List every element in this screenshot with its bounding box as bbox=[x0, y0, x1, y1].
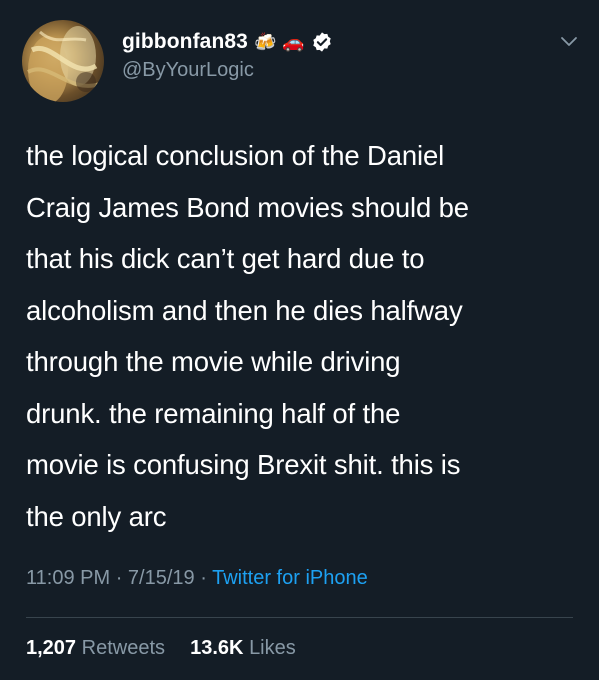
tweet-text: the logical conclusion of the Daniel Cra… bbox=[26, 140, 469, 532]
display-name[interactable]: gibbonfan83 bbox=[122, 30, 248, 54]
verified-badge-icon bbox=[313, 32, 331, 52]
car-emoji-icon: 🚗 bbox=[282, 32, 305, 52]
tweet-time[interactable]: 11:09 PM bbox=[26, 567, 110, 589]
tweet-card: gibbonfan83 🍻 🚗 @ByYourLogic the logical… bbox=[0, 0, 599, 680]
tweet-source-link[interactable]: Twitter for iPhone bbox=[212, 567, 368, 589]
likes-stat[interactable]: 13.6K Likes bbox=[190, 637, 296, 659]
tweet-date[interactable]: 7/15/19 bbox=[128, 567, 195, 589]
meta-separator: · bbox=[200, 567, 207, 589]
retweet-label: Retweets bbox=[81, 637, 165, 659]
avatar[interactable] bbox=[22, 20, 104, 102]
chevron-down-icon[interactable] bbox=[559, 34, 579, 48]
tweet-header: gibbonfan83 🍻 🚗 @ByYourLogic bbox=[122, 28, 333, 82]
tweet-metadata: 11:09 PM · 7/15/19 · Twitter for iPhone bbox=[26, 567, 368, 590]
tweet-stats: 1,207 Retweets 13.6K Likes bbox=[26, 637, 296, 660]
avatar-image bbox=[27, 26, 101, 102]
like-count: 13.6K bbox=[190, 637, 244, 659]
name-row: gibbonfan83 🍻 🚗 bbox=[122, 28, 333, 56]
retweet-count: 1,207 bbox=[26, 637, 77, 659]
like-label: Likes bbox=[249, 637, 296, 659]
beer-emoji-icon: 🍻 bbox=[253, 32, 277, 52]
user-handle[interactable]: @ByYourLogic bbox=[122, 59, 333, 82]
retweets-stat[interactable]: 1,207 Retweets bbox=[26, 637, 171, 659]
meta-separator: · bbox=[115, 567, 123, 589]
divider bbox=[26, 617, 573, 618]
